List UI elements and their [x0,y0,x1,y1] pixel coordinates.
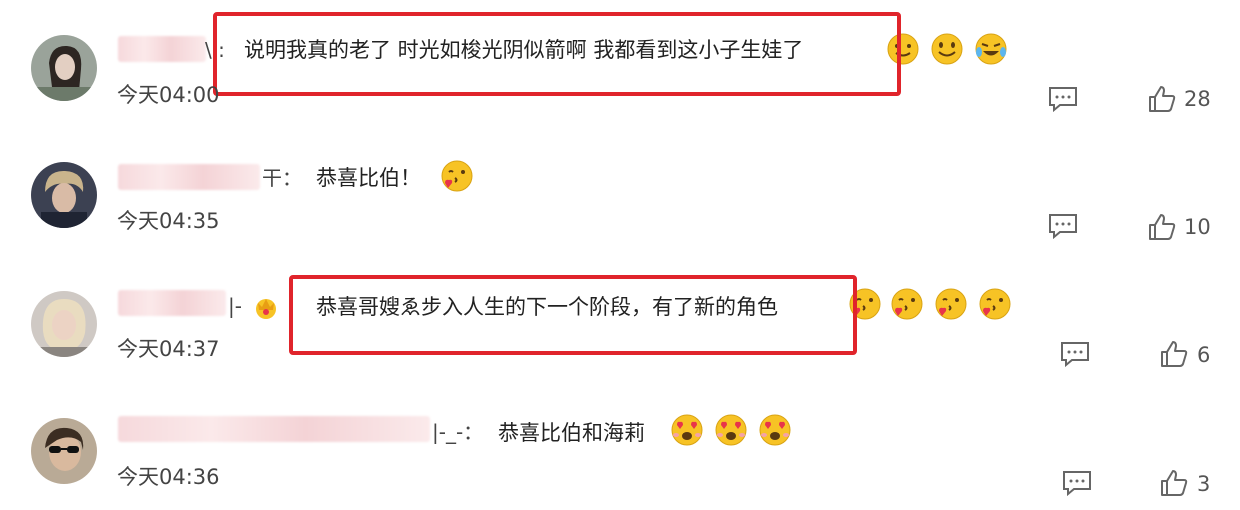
timestamp: 今天04:36 [117,465,220,489]
avatar[interactable] [31,35,97,101]
thumbs-up-icon[interactable] [1148,85,1176,113]
crown-badge-icon [253,294,279,320]
username-redacted[interactable] [118,416,430,442]
timestamp: 今天04:35 [117,209,220,233]
kiss-heart-icon [934,287,968,321]
laugh-cry-icon [974,32,1008,66]
comment-item-4: |-_-： 恭喜比伯和海莉 今天04:36 3 [0,382,1240,510]
like-count: 28 [1184,87,1211,111]
heart-eyes-icon [670,413,704,447]
comment-text: 恭喜哥嫂ゑ步入人生的下一个阶段，有了新的角色 [316,295,778,319]
avatar[interactable] [31,162,97,228]
like-count: 3 [1197,472,1211,496]
username-redacted[interactable] [118,290,226,316]
username-suffix: |-_-： [432,420,484,444]
thumbs-up-icon[interactable] [1160,469,1188,497]
username-suffix: 干： [262,166,302,190]
comment-reply-icon[interactable] [1062,470,1092,496]
kiss-heart-icon [440,159,474,193]
timestamp: 今天04:00 [117,83,220,107]
username-redacted[interactable] [118,164,260,190]
smile-blush-icon [886,32,920,66]
kiss-heart-icon [848,287,882,321]
timestamp: 今天04:37 [117,337,220,361]
username-suffix: |- [228,294,242,318]
thumbs-up-icon[interactable] [1160,340,1188,368]
username-redacted[interactable] [118,36,206,62]
heart-eyes-icon [758,413,792,447]
like-count: 6 [1197,343,1211,367]
comment-text: 恭喜比伯！ [316,166,421,190]
comment-text: 恭喜比伯和海莉 [498,421,645,445]
thumbs-up-icon[interactable] [1148,213,1176,241]
comment-reply-icon[interactable] [1048,213,1078,239]
smile-icon [930,32,964,66]
comment-reply-icon[interactable] [1060,341,1090,367]
comment-reply-icon[interactable] [1048,86,1078,112]
comment-item-2: 干： 恭喜比伯！ 今天04:35 10 [0,128,1240,256]
kiss-heart-icon [890,287,924,321]
comment-item-3: |- 恭喜哥嫂ゑ步入人生的下一个阶段，有了新的角色 今天04:37 6 [0,256,1240,384]
avatar[interactable] [31,291,97,357]
comment-text: 说明我真的老了 时光如梭光阴似箭啊 我都看到这小子生娃了 [244,38,804,62]
heart-eyes-icon [714,413,748,447]
avatar[interactable] [31,418,97,484]
username-suffix: \ : [205,38,225,62]
kiss-heart-icon [978,287,1012,321]
like-count: 10 [1184,215,1211,239]
comment-item-1: \ : 说明我真的老了 时光如梭光阴似箭啊 我都看到这小子生娃了 今天04:00… [0,0,1240,128]
